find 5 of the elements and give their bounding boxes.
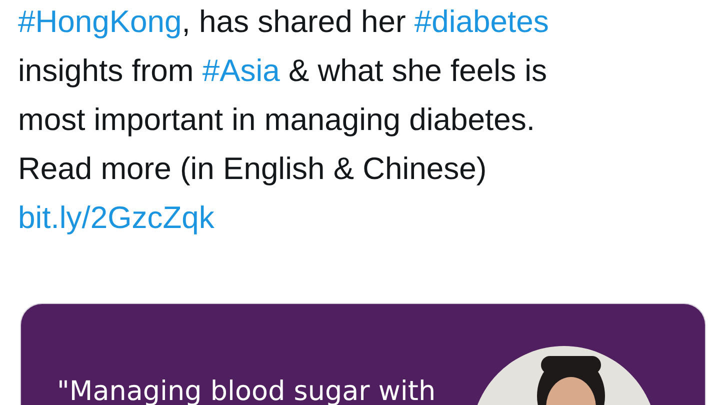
url-link[interactable]: bit.ly/2GzcZqk <box>18 200 214 235</box>
tweet-text: #HongKong, has shared her #diabetes insights from #Asia & what she feels is most important in managing diabetes. Read more (in English & Chinese) bit.ly/2GzcZqk <box>18 3 550 237</box>
hashtag-link[interactable]: #diabetes <box>414 4 549 39</box>
hashtag-link[interactable]: #HongKong <box>18 4 182 39</box>
hashtag-link[interactable]: #Asia <box>202 53 280 88</box>
